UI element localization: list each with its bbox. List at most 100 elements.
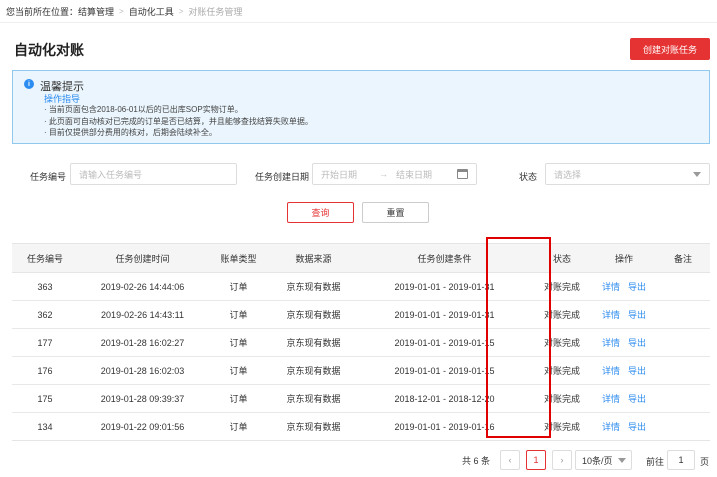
table-row: 362 2019-02-26 14:43:11 订单 京东现有数据 2019-0… — [12, 300, 710, 329]
page-number-button[interactable]: 1 — [526, 450, 546, 470]
cell-actions: 详情 导出 — [592, 412, 656, 441]
range-arrow-icon: → — [379, 169, 388, 179]
export-link[interactable]: 导出 — [628, 310, 646, 320]
breadcrumb-root[interactable]: 您当前所在位置：结算管理 — [6, 5, 114, 18]
task-no-input[interactable]: 请输入任务编号 — [70, 163, 237, 185]
cell-task-no: 363 — [12, 272, 78, 301]
col-header-data-source: 数据来源 — [270, 243, 357, 273]
cell-task-no: 362 — [12, 300, 78, 329]
created-date-label: 任务创建日期 — [255, 172, 310, 182]
status-select[interactable]: 请选择 — [545, 163, 710, 185]
status-placeholder: 请选择 — [554, 169, 582, 180]
table-row: 134 2019-01-22 09:01:56 订单 京东现有数据 2019-0… — [12, 412, 710, 441]
cell-note — [656, 300, 710, 329]
cell-bill-type: 订单 — [207, 412, 270, 441]
cell-condition: 2019-01-01 - 2019-01-16 — [357, 412, 532, 441]
task-table: 任务编号 任务创建时间 账单类型 数据来源 任务创建条件 状态 操作 备注 36… — [12, 243, 710, 441]
page-size-select[interactable]: 10条/页 — [575, 450, 632, 470]
task-no-label: 任务编号 — [30, 172, 67, 182]
query-button[interactable]: 查询 — [287, 202, 354, 223]
chevron-down-icon — [618, 458, 626, 463]
cell-created-time: 2019-01-28 16:02:27 — [78, 328, 207, 357]
goto-page-input[interactable]: 1 — [667, 450, 695, 470]
export-link[interactable]: 导出 — [628, 282, 646, 292]
cell-created-time: 2019-01-28 16:02:03 — [78, 356, 207, 385]
cell-data-source: 京东现有数据 — [270, 356, 357, 385]
cell-status: 对账完成 — [532, 412, 592, 441]
detail-link[interactable]: 详情 — [602, 282, 620, 292]
cell-condition: 2019-01-01 - 2019-01-31 — [357, 272, 532, 301]
cell-note — [656, 328, 710, 357]
col-header-note: 备注 — [656, 243, 710, 273]
detail-link[interactable]: 详情 — [602, 394, 620, 404]
prev-page-button[interactable]: ‹ — [500, 450, 520, 470]
cell-created-time: 2019-02-26 14:43:11 — [78, 300, 207, 329]
cell-task-no: 134 — [12, 412, 78, 441]
detail-link[interactable]: 详情 — [602, 338, 620, 348]
next-page-button[interactable]: › — [552, 450, 572, 470]
col-header-created-time: 任务创建时间 — [78, 243, 207, 273]
cell-status: 对账完成 — [532, 384, 592, 413]
cell-data-source: 京东现有数据 — [270, 412, 357, 441]
cell-created-time: 2019-02-26 14:44:06 — [78, 272, 207, 301]
notice-line: 目前仅提供部分费用的核对，后期会陆续补全。 — [44, 127, 313, 139]
col-header-status: 状态 — [532, 243, 592, 273]
notice-lines: 当前页面包含2018-06-01以后的已出库SOP实物订单。 此页面可自动核对已… — [44, 104, 313, 139]
cell-task-no: 175 — [12, 384, 78, 413]
breadcrumb-current: 对账任务管理 — [188, 6, 243, 17]
page-size-value: 10条/页 — [582, 455, 613, 466]
cell-actions: 详情 导出 — [592, 356, 656, 385]
start-date-placeholder: 开始日期 — [321, 169, 358, 180]
task-no-placeholder: 请输入任务编号 — [79, 169, 143, 180]
goto-suffix: 页 — [700, 457, 710, 467]
table-row: 363 2019-02-26 14:44:06 订单 京东现有数据 2019-0… — [12, 272, 710, 301]
chevron-down-icon — [693, 172, 701, 177]
cell-actions: 详情 导出 — [592, 272, 656, 301]
cell-condition: 2019-01-01 - 2019-01-15 — [357, 356, 532, 385]
col-header-task-no: 任务编号 — [12, 243, 78, 273]
export-link[interactable]: 导出 — [628, 422, 646, 432]
tips-notice: i 温馨提示 操作指导 当前页面包含2018-06-01以后的已出库SOP实物订… — [12, 70, 710, 144]
cell-status: 对账完成 — [532, 272, 592, 301]
reset-button[interactable]: 重置 — [362, 202, 429, 223]
page-title: 自动化对账 — [14, 42, 84, 58]
pagination-total: 共 6 条 — [462, 456, 491, 466]
cell-condition: 2019-01-01 - 2019-01-15 — [357, 328, 532, 357]
cell-created-time: 2019-01-22 09:01:56 — [78, 412, 207, 441]
create-task-button[interactable]: 创建对账任务 — [630, 38, 710, 60]
detail-link[interactable]: 详情 — [602, 366, 620, 376]
cell-actions: 详情 导出 — [592, 384, 656, 413]
cell-data-source: 京东现有数据 — [270, 272, 357, 301]
breadcrumb-level2[interactable]: 自动化工具 — [129, 5, 174, 18]
cell-actions: 详情 导出 — [592, 300, 656, 329]
status-label: 状态 — [519, 172, 538, 182]
breadcrumb-separator-icon: > — [119, 6, 124, 16]
cell-status: 对账完成 — [532, 356, 592, 385]
col-header-bill-type: 账单类型 — [207, 243, 270, 273]
table-row: 176 2019-01-28 16:02:03 订单 京东现有数据 2019-0… — [12, 356, 710, 385]
detail-link[interactable]: 详情 — [602, 310, 620, 320]
breadcrumb-separator-icon: > — [178, 6, 184, 16]
created-date-range-picker[interactable]: 开始日期 → 结束日期 — [312, 163, 477, 185]
table-row: 175 2019-01-28 09:39:37 订单 京东现有数据 2018-1… — [12, 384, 710, 413]
cell-note — [656, 384, 710, 413]
notice-line: 此页面可自动核对已完成的订单是否已结算，并且能够查找结算失败单据。 — [44, 116, 313, 128]
col-header-actions: 操作 — [592, 243, 656, 273]
cell-bill-type: 订单 — [207, 384, 270, 413]
cell-bill-type: 订单 — [207, 328, 270, 357]
cell-status: 对账完成 — [532, 328, 592, 357]
export-link[interactable]: 导出 — [628, 366, 646, 376]
export-link[interactable]: 导出 — [628, 394, 646, 404]
cell-data-source: 京东现有数据 — [270, 384, 357, 413]
cell-status: 对账完成 — [532, 300, 592, 329]
breadcrumb: 您当前所在位置：结算管理 > 自动化工具 > 对账任务管理 — [6, 5, 242, 17]
detail-link[interactable]: 详情 — [602, 422, 620, 432]
cell-note — [656, 412, 710, 441]
cell-actions: 详情 导出 — [592, 328, 656, 357]
end-date-placeholder: 结束日期 — [396, 169, 433, 180]
export-link[interactable]: 导出 — [628, 338, 646, 348]
cell-bill-type: 订单 — [207, 272, 270, 301]
table-header-row: 任务编号 任务创建时间 账单类型 数据来源 任务创建条件 状态 操作 备注 — [12, 243, 710, 273]
cell-created-time: 2019-01-28 09:39:37 — [78, 384, 207, 413]
cell-condition: 2019-01-01 - 2019-01-31 — [357, 300, 532, 329]
